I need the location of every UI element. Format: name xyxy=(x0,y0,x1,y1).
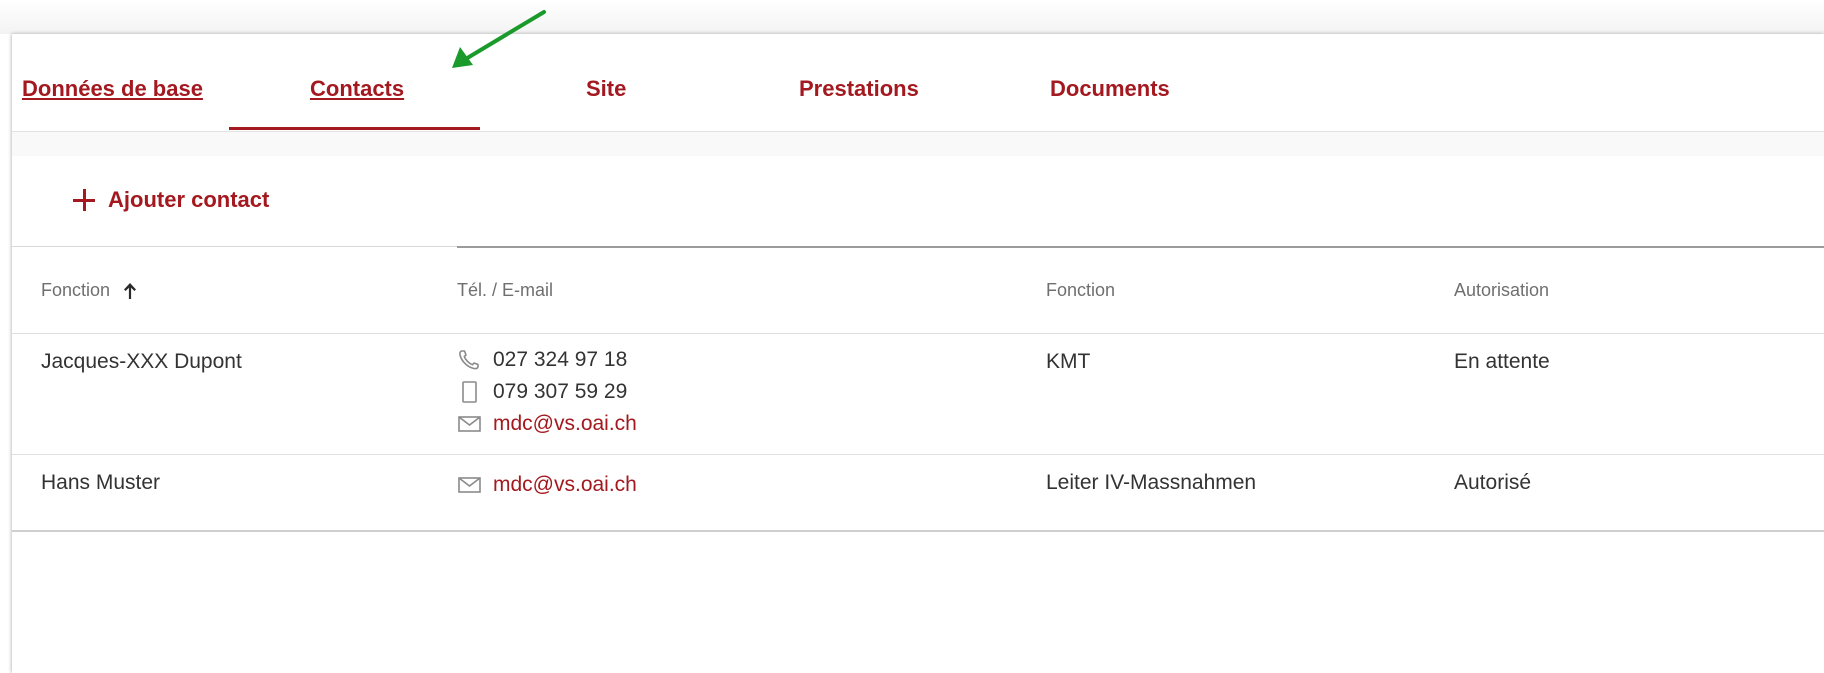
contacts-card: Données de base Contacts Site Prestation… xyxy=(12,34,1824,673)
phone-number: 027 324 97 18 xyxy=(493,348,628,371)
mobile-phone-icon xyxy=(462,381,477,403)
contact-autorisation: En attente xyxy=(1454,350,1550,373)
tab-donnees-de-base[interactable]: Données de base xyxy=(22,76,203,102)
section-spacer xyxy=(12,132,1824,156)
column-header-autorisation[interactable]: Autorisation xyxy=(1454,280,1549,301)
phone-line: 027 324 97 18 xyxy=(457,348,627,372)
contact-name: Hans Muster xyxy=(41,471,161,494)
tab-prestations[interactable]: Prestations xyxy=(799,76,919,102)
page: Données de base Contacts Site Prestation… xyxy=(0,0,1824,673)
toolbar: Ajouter contact xyxy=(12,156,1824,247)
table-row[interactable]: Hans Muster mdc@vs.oai.ch Leiter IV-Mass… xyxy=(12,455,1824,532)
contact-fonction: Leiter IV-Massnahmen xyxy=(1046,471,1257,494)
add-contact-label: Ajouter contact xyxy=(108,187,270,212)
mobile-number: 079 307 59 29 xyxy=(493,380,628,403)
email-line: mdc@vs.oai.ch xyxy=(457,473,637,497)
top-strip xyxy=(0,0,1824,34)
tab-documents[interactable]: Documents xyxy=(1050,76,1170,102)
column-header-tel-email[interactable]: Tél. / E-mail xyxy=(457,280,553,301)
contact-autorisation: Autorisé xyxy=(1454,471,1532,494)
add-contact-button[interactable]: Ajouter contact xyxy=(72,187,269,213)
column-header-fonction[interactable]: Fonction xyxy=(1046,280,1115,301)
phone-icon xyxy=(459,350,479,370)
envelope-icon xyxy=(458,416,481,432)
mobile-line: 079 307 59 29 xyxy=(457,380,627,404)
email-link[interactable]: mdc@vs.oai.ch xyxy=(493,412,637,436)
email-line: mdc@vs.oai.ch xyxy=(457,412,637,436)
column-header-label: Fonction xyxy=(41,280,111,300)
active-tab-indicator xyxy=(229,127,480,130)
contact-fonction: KMT xyxy=(1046,350,1091,373)
arrow-up-icon xyxy=(124,282,137,299)
column-header-fonction-sorted[interactable]: Fonction xyxy=(41,280,138,301)
table-row[interactable]: Jacques-XXX Dupont 027 324 97 18 079 307… xyxy=(12,334,1824,455)
envelope-icon xyxy=(458,477,481,493)
tab-site[interactable]: Site xyxy=(586,76,626,102)
tab-contacts[interactable]: Contacts xyxy=(310,76,404,102)
tab-bar: Données de base Contacts Site Prestation… xyxy=(12,34,1824,132)
contact-name: Jacques-XXX Dupont xyxy=(41,350,242,373)
table-header: Fonction Tél. / E-mail Fonction Autorisa… xyxy=(12,248,1824,334)
plus-icon xyxy=(72,188,96,212)
email-link[interactable]: mdc@vs.oai.ch xyxy=(493,473,637,497)
